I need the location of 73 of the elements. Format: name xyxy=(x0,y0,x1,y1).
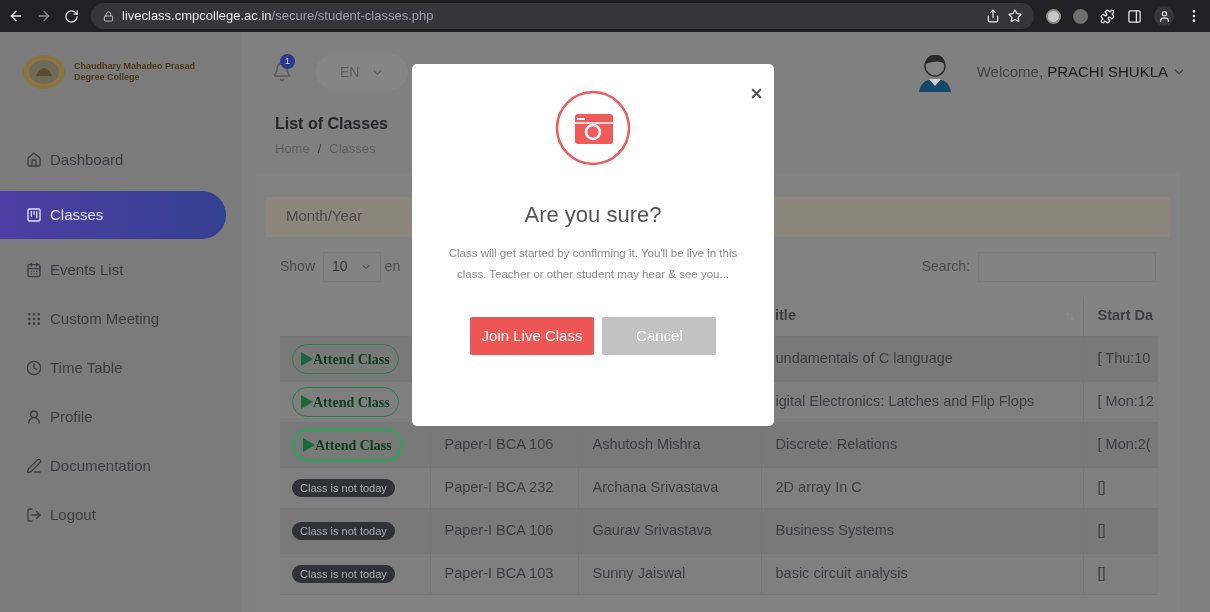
notification-bell-icon[interactable] xyxy=(272,62,292,82)
sidebar-item[interactable]: Custom Meeting xyxy=(0,301,226,337)
logout-icon xyxy=(26,507,42,523)
home-icon xyxy=(26,152,42,168)
table-cell: [ Mon:12 xyxy=(1097,393,1154,410)
play-icon xyxy=(301,395,313,409)
table-cell: [] xyxy=(1097,522,1106,539)
forward-icon[interactable] xyxy=(36,8,52,24)
dialog-title: Are you sure? xyxy=(524,201,662,229)
table-cell: undamentals of C language xyxy=(775,350,953,367)
table-cell: basic circuit analysis xyxy=(775,565,908,582)
sidebar-item[interactable]: Documentation xyxy=(0,448,226,484)
sidebar-item[interactable]: Time Table xyxy=(0,350,226,386)
column-header[interactable]: Start Da xyxy=(1097,307,1154,324)
sidebar-item[interactable]: Events List xyxy=(0,252,226,288)
user-menu[interactable]: Welcome, PRACHI SHUKLA xyxy=(976,60,1186,84)
table-cell: 2D array In C xyxy=(775,479,862,496)
status-badge: Class is not today xyxy=(292,522,395,541)
star-icon[interactable] xyxy=(1008,9,1022,23)
pen-icon xyxy=(26,458,42,474)
sidebar-item[interactable]: Dashboard xyxy=(0,142,226,178)
status-badge: Class is not today xyxy=(292,565,395,584)
table-cell: Paper-I BCA 232 xyxy=(444,479,554,496)
join-live-class-button[interactable]: Join Live Class xyxy=(469,317,595,355)
cancel-button[interactable]: Cancel xyxy=(602,317,717,355)
table-cell: Business Systems xyxy=(775,522,894,539)
puzzle-icon[interactable] xyxy=(1100,8,1115,24)
attend-class-button[interactable]: Attend Class xyxy=(292,428,403,462)
table-cell: Archana Srivastava xyxy=(592,479,719,496)
camera-icon xyxy=(555,90,631,166)
table-cell: [ Thu:10 xyxy=(1097,350,1151,367)
close-icon xyxy=(749,86,764,101)
table-cell: igital Electronics: Latches and Flip Flops xyxy=(775,393,1035,410)
lock-icon xyxy=(103,10,114,22)
play-icon xyxy=(303,438,315,452)
dialog-message: Class will get started by confirming it. You'll be live in this class. Teacher or other student may hear & see you... xyxy=(447,246,739,282)
reload-icon[interactable] xyxy=(64,8,79,24)
calendar-icon xyxy=(26,262,42,278)
table-cell: Paper-I BCA 106 xyxy=(444,436,554,453)
table-cell: Gaurav Srivastava xyxy=(592,522,712,539)
table-cell: Paper-I BCA 103 xyxy=(444,565,554,582)
page-length-select[interactable]: 10 xyxy=(323,251,381,282)
filter-label: Month/Year xyxy=(286,206,363,227)
column-header[interactable]: itle xyxy=(775,305,796,328)
college-name: Chaudhary Mahadeo Prasad Degree College xyxy=(74,60,197,84)
extension-icon[interactable] xyxy=(1046,8,1061,24)
sidebar-item[interactable]: Profile xyxy=(0,399,226,435)
back-icon[interactable] xyxy=(8,8,24,24)
notification-count: 1 xyxy=(280,54,295,69)
board-icon xyxy=(26,207,42,223)
table-cell: Ashutosh Mishra xyxy=(592,436,701,453)
page-title: List of Classes xyxy=(275,114,389,134)
breadcrumb-separator: / xyxy=(317,140,322,158)
table-cell: [ Mon:2( xyxy=(1097,436,1151,453)
url-text: liveclass.cmpcollege.ac.in/secure/student-classes.php xyxy=(122,7,434,26)
profile-icon[interactable] xyxy=(1154,6,1174,26)
table-cell: Paper-I BCA 106 xyxy=(444,522,554,539)
table-cell: Sunny Jaiswal xyxy=(592,565,686,582)
user-avatar-icon xyxy=(916,52,953,92)
table-cell: [] xyxy=(1097,479,1106,496)
table-cell: Discrete: Relations xyxy=(775,436,898,453)
share-icon[interactable] xyxy=(986,9,1000,23)
grid-icon xyxy=(26,311,42,327)
sidebar-item[interactable]: Logout xyxy=(0,497,226,533)
status-badge: Class is not today xyxy=(292,479,395,498)
side-panel-icon[interactable] xyxy=(1127,8,1142,24)
clock-icon xyxy=(26,360,42,376)
address-bar[interactable]: liveclass.cmpcollege.ac.in/secure/student-classes.php xyxy=(91,3,1034,29)
sidebar-item[interactable]: Classes xyxy=(0,191,226,239)
user-icon xyxy=(26,409,42,425)
play-icon xyxy=(301,352,313,366)
college-emblem-icon xyxy=(22,54,66,90)
table-cell: [] xyxy=(1097,565,1106,582)
